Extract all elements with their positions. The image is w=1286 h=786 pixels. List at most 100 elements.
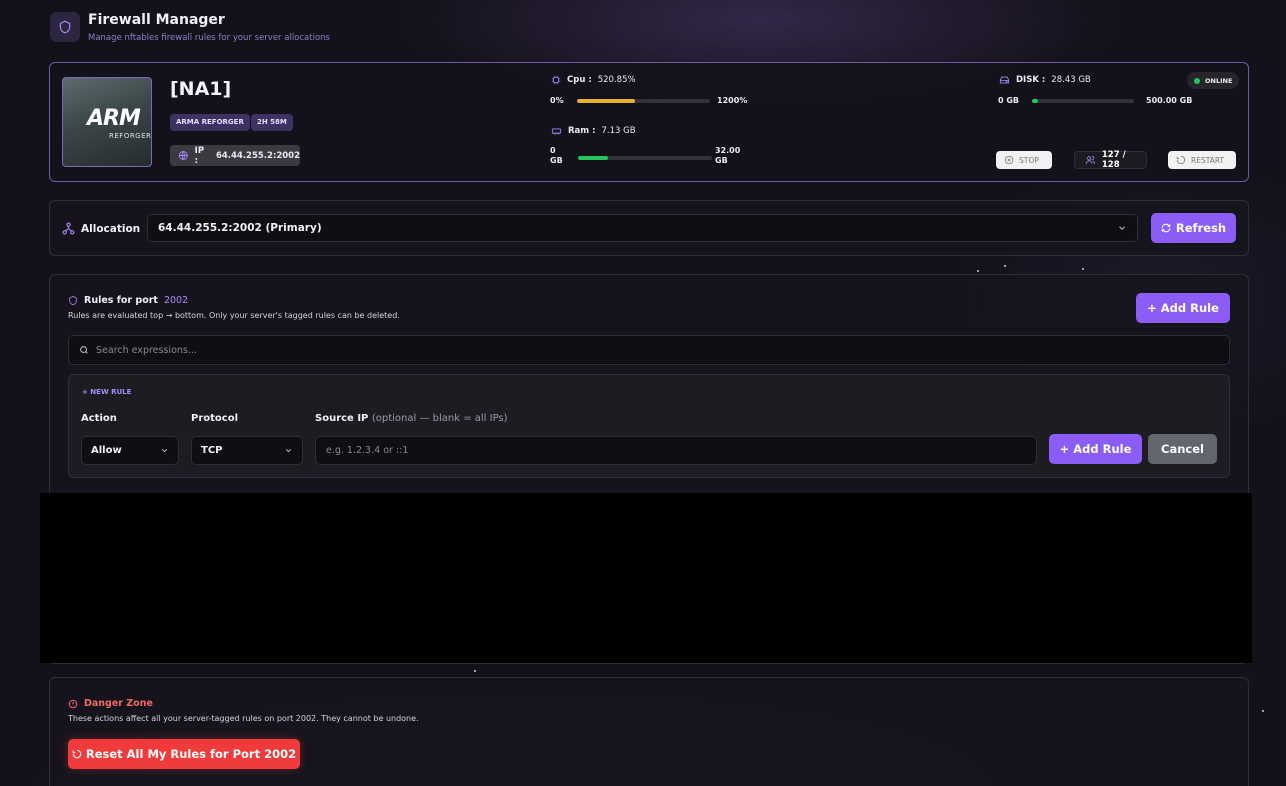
- alert-circle-icon: [68, 699, 78, 708]
- network-icon: [62, 222, 75, 235]
- background-star: [1082, 268, 1084, 270]
- danger-zone-panel: [49, 677, 1249, 786]
- ip-value: 64.44.255.2:2002: [215, 150, 300, 161]
- background-star: [977, 270, 979, 272]
- disk-label: DISK :: [1016, 75, 1046, 85]
- thumbnail-logo-sub: REFORGER: [109, 132, 152, 140]
- rules-subtitle: Rules are evaluated top → bottom. Only y…: [68, 311, 400, 320]
- stop-circle-icon: [1004, 155, 1014, 165]
- new-rule-heading: + NEW RULE: [82, 388, 132, 396]
- shield-icon: [69, 295, 77, 306]
- source-ip-input[interactable]: e.g. 1.2.3.4 or ::1: [315, 436, 1037, 465]
- background-star: [1262, 710, 1264, 712]
- protocol-select[interactable]: TCP: [191, 436, 303, 465]
- background-star: [474, 670, 476, 672]
- source-ip-placeholder: e.g. 1.2.3.4 or ::1: [326, 445, 409, 456]
- chevron-down-icon: [285, 449, 292, 453]
- refresh-button[interactable]: Refresh: [1151, 213, 1236, 243]
- search-icon: [80, 346, 88, 354]
- stop-label: STOP: [1019, 155, 1039, 165]
- rules-heading: Rules for port 2002: [68, 295, 188, 306]
- ram-min-value: 0: [550, 146, 556, 155]
- restart-label: RESTART: [1191, 155, 1225, 165]
- action-value: Allow: [91, 445, 122, 456]
- restart-icon: [1176, 155, 1186, 165]
- refresh-label: Refresh: [1175, 221, 1227, 235]
- disk-min: 0 GB: [998, 96, 1020, 105]
- ram-max-value: 32.00: [715, 146, 741, 155]
- redacted-area: [40, 493, 1252, 663]
- protocol-label: Protocol: [191, 413, 239, 424]
- reset-rules-button[interactable]: Reset All My Rules for Port 2002: [68, 739, 300, 769]
- player-count-value: 127 / 128: [1101, 150, 1126, 170]
- ram-stat: Ram : 7.13 GB: [551, 126, 636, 136]
- hard-drive-icon: [999, 76, 1010, 84]
- cpu-icon: [551, 75, 561, 85]
- stop-button[interactable]: STOP: [996, 151, 1052, 169]
- allocation-label: Allocation: [62, 222, 140, 235]
- users-icon: [1085, 155, 1096, 164]
- cpu-bar: [577, 99, 710, 103]
- danger-zone-heading: Danger Zone: [68, 698, 153, 709]
- background-star: [1004, 265, 1006, 267]
- page-title: Firewall Manager: [88, 12, 225, 28]
- ram-value: 7.13 GB: [601, 126, 636, 136]
- globe-icon: [178, 151, 188, 160]
- game-tag: ARMA REFORGER: [170, 114, 250, 131]
- cpu-max: 1200%: [717, 96, 748, 105]
- danger-zone-title: Danger Zone: [84, 698, 153, 709]
- cancel-button[interactable]: Cancel: [1148, 434, 1217, 464]
- shield-icon: [50, 12, 80, 42]
- ram-max-unit: GB: [715, 156, 728, 165]
- cpu-value: 520.85%: [597, 75, 636, 85]
- action-select[interactable]: Allow: [81, 436, 179, 465]
- rules-port: 2002: [163, 295, 189, 306]
- disk-stat: DISK : 28.43 GB: [999, 75, 1091, 85]
- thumbnail-logo: ARM: [87, 106, 141, 131]
- disk-bar-fill: [1032, 99, 1038, 103]
- uptime-tag: 2H 58M: [251, 114, 293, 131]
- ram-bar-fill: [578, 156, 608, 160]
- allocation-selected: 64.44.255.2:2002 (Primary): [158, 222, 322, 234]
- reset-icon: [72, 749, 82, 759]
- ip-label: IP :: [194, 145, 205, 166]
- source-ip-label-text: Source IP: [315, 413, 369, 424]
- ip-pill[interactable]: IP : 64.44.255.2:2002: [170, 145, 300, 166]
- danger-zone-subtitle: These actions affect all your server-tag…: [68, 714, 419, 723]
- server-name: [NA1]: [170, 78, 232, 100]
- source-ip-hint: (optional — blank = all IPs): [371, 413, 508, 424]
- status-badge: ONLINE: [1187, 72, 1240, 89]
- chevron-down-icon: [161, 449, 168, 453]
- ram-max: 32.00 GB: [715, 146, 740, 166]
- search-input[interactable]: Search expressions...: [68, 335, 1230, 365]
- allocation-label-text: Allocation: [81, 222, 141, 235]
- status-text: ONLINE: [1205, 76, 1233, 85]
- refresh-icon: [1161, 223, 1171, 233]
- source-ip-label: Source IP (optional — blank = all IPs): [315, 413, 508, 424]
- ram-bar: [578, 156, 712, 160]
- search-placeholder: Search expressions...: [96, 344, 197, 356]
- reset-rules-label: Reset All My Rules for Port 2002: [85, 747, 297, 761]
- cpu-min: 0%: [550, 96, 564, 105]
- ram-label: Ram :: [568, 126, 596, 136]
- allocation-select[interactable]: 64.44.255.2:2002 (Primary): [147, 214, 1138, 242]
- server-thumbnail: ARM REFORGER: [62, 77, 152, 167]
- status-dot: [1194, 77, 1200, 84]
- disk-max: 500.00 GB: [1146, 96, 1193, 105]
- restart-button[interactable]: RESTART: [1168, 151, 1236, 169]
- disk-value: 28.43 GB: [1051, 75, 1091, 85]
- chevron-down-icon: [1119, 226, 1125, 230]
- cpu-stat: Cpu : 520.85%: [551, 75, 636, 85]
- protocol-value: TCP: [201, 445, 223, 456]
- ram-min-unit: GB: [550, 156, 563, 165]
- action-label: Action: [81, 413, 117, 424]
- page-subtitle: Manage nftables firewall rules for your …: [88, 33, 330, 43]
- cpu-label: Cpu :: [567, 75, 592, 85]
- disk-bar: [1032, 99, 1134, 103]
- submit-rule-button[interactable]: + Add Rule: [1049, 434, 1142, 464]
- ram-min: 0 GB: [550, 146, 563, 166]
- rules-title: Rules for port: [84, 295, 158, 306]
- cpu-bar-fill: [577, 99, 635, 103]
- player-count: 127 / 128: [1074, 150, 1147, 170]
- add-rule-button[interactable]: + Add Rule: [1136, 293, 1230, 323]
